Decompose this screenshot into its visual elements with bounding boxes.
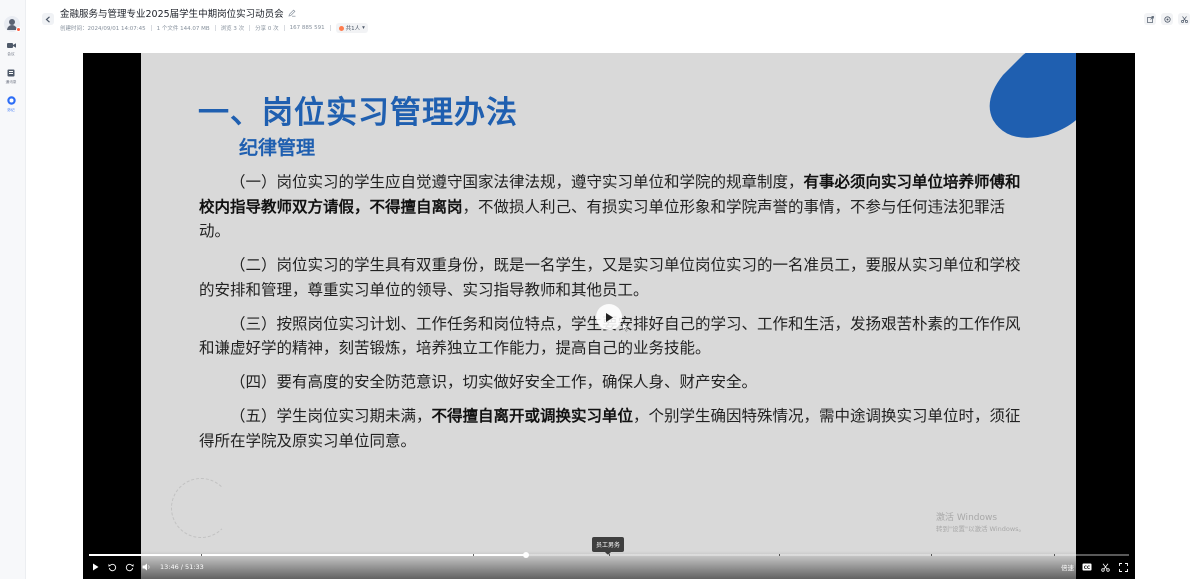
sidebar-item-minutes[interactable]: 妙记 — [0, 96, 22, 113]
chevron-left-icon — [45, 15, 50, 23]
chapter-marker — [201, 554, 202, 556]
chapter-marker — [473, 554, 474, 556]
edit-icon[interactable] — [288, 9, 296, 17]
user-avatar[interactable] — [4, 16, 21, 32]
sidebar-item-label: 妙记 — [7, 107, 15, 112]
time-display: 13:46 / 51:33 — [160, 563, 204, 571]
sidebar-item-contacts[interactable]: 通讯录 — [0, 69, 22, 85]
slide-subtitle: 纪律管理 — [239, 137, 316, 159]
title-row: 金融服务与管理专业2025届学生中期岗位实习动员会 — [60, 6, 296, 20]
rewind-icon — [108, 563, 116, 571]
controls-left: 13:46 / 51:33 — [90, 562, 204, 572]
paragraph-4: （四）要有高度的安全防范意识，切实做好安全工作，确保人身、财产安全。 — [230, 373, 758, 391]
owner-dropdown[interactable]: 共1人 ▾ — [335, 23, 368, 33]
sidebar-item-meetings[interactable]: 会议 — [0, 42, 22, 57]
meeting-code: 167 885 591 — [289, 25, 325, 31]
chapter-marker — [931, 554, 932, 556]
video-camera-icon — [6, 43, 16, 48]
play-button[interactable] — [90, 562, 100, 572]
progress-tooltip: 员工男务 — [592, 537, 625, 555]
file-info: 1 个文件 144.07 MB — [156, 26, 210, 32]
owner-avatar — [338, 25, 344, 31]
paragraph-1: （一）岗位实习的学生应自觉遵守国家法律法规，遵守实习单位和学院的规章制度，有事必… — [199, 173, 1021, 240]
fullscreen-button[interactable] — [1118, 562, 1128, 572]
play-icon — [606, 312, 613, 322]
owner-label: 共1人 — [345, 26, 361, 32]
mouse-cursor-icon — [622, 322, 630, 332]
chevron-down-icon: ▾ — [362, 25, 365, 31]
volume-button[interactable] — [141, 562, 151, 572]
scissors-icon — [1180, 15, 1188, 23]
share-count: 分享 0 次 — [255, 26, 279, 32]
left-sidebar: 会议 通讯录 妙记 — [0, 0, 26, 579]
svg-text:CC: CC — [1084, 565, 1090, 570]
gear-icon — [1163, 15, 1171, 23]
play-icon — [92, 563, 98, 571]
center-play-button[interactable] — [596, 304, 622, 330]
slide-corner-decoration — [989, 53, 1076, 138]
paragraph-5: （五）学生岗位实习期未满，不得擅自离开或调换实习单位，个别学生确因特殊情况，需中… — [199, 407, 1021, 450]
view-count: 浏览 3 次 — [220, 26, 245, 32]
windows-activation-watermark: 激活 Windows 转到"设置"以激活 Windows。 — [936, 513, 1026, 533]
open-external-button[interactable] — [1144, 13, 1156, 25]
cut-button[interactable] — [1178, 13, 1190, 25]
forward-icon — [125, 563, 133, 571]
captions-button[interactable]: CC — [1082, 562, 1092, 572]
clip-button[interactable] — [1100, 562, 1110, 572]
video-player[interactable]: 一、岗位实习管理办法 纪律管理 （一）岗位实习的学生应自觉遵守国家法律法规，遵守… — [83, 53, 1135, 579]
contacts-icon — [7, 69, 15, 77]
page-title: 金融服务与管理专业2025届学生中期岗位实习动员会 — [60, 8, 284, 20]
controls-right: 倍速 CC — [1061, 562, 1128, 572]
minutes-icon — [6, 96, 16, 105]
created-time: 创建时间：2024/09/01 14:07:45 — [60, 26, 146, 32]
sidebar-item-label: 会议 — [7, 51, 15, 56]
speed-button[interactable]: 倍速 — [1061, 562, 1074, 572]
chapter-marker — [1054, 554, 1055, 556]
progress-fill — [89, 554, 526, 556]
settings-button[interactable] — [1161, 13, 1173, 25]
top-actions — [1144, 13, 1190, 25]
progress-bar[interactable] — [89, 552, 1129, 558]
paragraph-2: （二）岗位实习的学生具有双重身份，既是一名学生，又是实习单位岗位实习的一名准员工… — [199, 256, 1021, 299]
captions-icon: CC — [1082, 563, 1092, 571]
chapter-marker — [779, 554, 780, 556]
back-button[interactable] — [42, 13, 54, 25]
player-controls: 13:46 / 51:33 倍速 CC — [83, 551, 1135, 579]
slide-circle-decoration — [171, 478, 231, 538]
slide-title: 一、岗位实习管理办法 — [198, 95, 518, 131]
rewind-button[interactable] — [107, 562, 117, 572]
fullscreen-icon — [1118, 562, 1128, 572]
progress-thumb[interactable] — [522, 552, 529, 558]
sidebar-item-label: 通讯录 — [5, 79, 17, 84]
external-link-icon — [1146, 15, 1154, 23]
chapter-marker — [609, 554, 610, 556]
meta-row: 创建时间：2024/09/01 14:07:45 1 个文件 144.07 MB… — [60, 23, 368, 33]
forward-button[interactable] — [124, 562, 134, 572]
volume-icon — [142, 563, 149, 571]
scissors-icon — [1100, 563, 1110, 572]
